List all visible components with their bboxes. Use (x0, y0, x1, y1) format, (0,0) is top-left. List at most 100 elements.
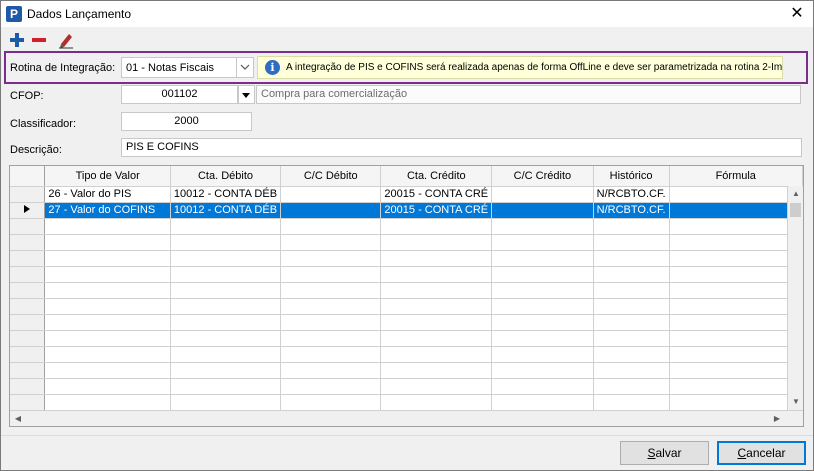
table-cell[interactable] (280, 250, 382, 267)
table-row[interactable] (10, 234, 803, 251)
table-cell[interactable]: 26 - Valor do PIS (44, 186, 171, 203)
table-cell[interactable] (669, 394, 803, 411)
table-cell[interactable] (593, 314, 670, 331)
table-cell[interactable] (380, 266, 493, 283)
add-button[interactable] (8, 31, 26, 49)
table-cell[interactable] (491, 234, 594, 251)
cancel-button[interactable]: Cancelar (717, 441, 806, 465)
table-cell[interactable] (44, 282, 171, 299)
table-cell[interactable] (380, 362, 493, 379)
row-indicator[interactable] (10, 250, 46, 267)
row-indicator[interactable] (10, 314, 46, 331)
row-indicator[interactable] (10, 186, 46, 203)
rotina-dropdown-button[interactable] (236, 58, 253, 77)
table-cell[interactable]: N/RCBTO.CF. (593, 202, 670, 219)
lancamentos-grid[interactable]: Tipo de Valor Cta. Débito C/C Débito Cta… (9, 165, 804, 427)
table-cell[interactable] (44, 234, 171, 251)
row-indicator[interactable] (10, 362, 46, 379)
table-cell[interactable] (491, 362, 594, 379)
table-cell[interactable] (491, 186, 594, 203)
table-cell[interactable] (170, 330, 282, 347)
table-cell[interactable] (593, 362, 670, 379)
table-cell[interactable] (280, 282, 382, 299)
scroll-right-icon[interactable]: ▶ (769, 411, 785, 426)
classificador-input[interactable]: 2000 (121, 112, 252, 131)
cfop-dropdown-button[interactable] (238, 85, 255, 104)
table-cell[interactable] (593, 234, 670, 251)
table-cell[interactable] (280, 298, 382, 315)
table-cell[interactable] (170, 298, 282, 315)
table-cell[interactable] (380, 218, 493, 235)
table-cell[interactable] (380, 394, 493, 411)
table-cell[interactable] (593, 266, 670, 283)
close-button[interactable]: ✕ (787, 4, 807, 24)
remove-button[interactable] (30, 31, 48, 49)
row-indicator[interactable] (10, 266, 46, 283)
table-cell[interactable] (44, 314, 171, 331)
table-cell[interactable] (593, 250, 670, 267)
table-cell[interactable] (44, 394, 171, 411)
table-cell[interactable] (170, 314, 282, 331)
column-header[interactable]: C/C Crédito (491, 166, 594, 187)
table-row[interactable] (10, 314, 803, 331)
vertical-scroll-thumb[interactable] (790, 203, 801, 217)
table-cell[interactable] (170, 394, 282, 411)
table-cell[interactable] (593, 394, 670, 411)
row-indicator[interactable] (10, 394, 46, 411)
table-cell[interactable] (44, 250, 171, 267)
table-cell[interactable] (491, 330, 594, 347)
table-cell[interactable] (170, 234, 282, 251)
table-cell[interactable] (593, 330, 670, 347)
table-cell[interactable] (491, 394, 594, 411)
table-row[interactable] (10, 378, 803, 395)
table-cell[interactable] (44, 218, 171, 235)
table-cell[interactable] (170, 378, 282, 395)
table-cell[interactable] (491, 314, 594, 331)
table-cell[interactable] (491, 218, 594, 235)
table-cell[interactable] (170, 250, 282, 267)
column-header[interactable]: Cta. Débito (170, 166, 282, 187)
table-cell[interactable] (380, 234, 493, 251)
table-cell[interactable] (669, 186, 803, 203)
table-row[interactable] (10, 330, 803, 347)
table-cell[interactable] (44, 266, 171, 283)
descricao-input[interactable]: PIS E COFINS (121, 138, 802, 157)
row-indicator[interactable] (10, 378, 46, 395)
table-cell[interactable] (170, 346, 282, 363)
table-cell[interactable] (380, 346, 493, 363)
table-cell[interactable]: 10012 - CONTA DÉB (170, 202, 282, 219)
table-cell[interactable] (44, 362, 171, 379)
table-cell[interactable] (280, 202, 382, 219)
column-header[interactable]: C/C Débito (280, 166, 382, 187)
table-cell[interactable] (380, 378, 493, 395)
table-cell[interactable] (669, 202, 803, 219)
table-cell[interactable] (491, 250, 594, 267)
scroll-down-icon[interactable]: ▼ (788, 394, 803, 410)
table-cell[interactable] (491, 202, 594, 219)
table-cell[interactable]: 20015 - CONTA CRÉ (380, 202, 493, 219)
row-indicator[interactable] (10, 330, 46, 347)
table-cell[interactable] (170, 218, 282, 235)
row-indicator[interactable] (10, 202, 46, 219)
table-cell[interactable] (669, 378, 803, 395)
edit-button[interactable] (57, 31, 75, 49)
table-cell[interactable] (280, 266, 382, 283)
table-cell[interactable] (491, 266, 594, 283)
table-row[interactable] (10, 250, 803, 267)
column-header[interactable]: Fórmula (669, 166, 803, 187)
table-cell[interactable]: 27 - Valor do COFINS (44, 202, 171, 219)
row-indicator[interactable] (10, 234, 46, 251)
save-button[interactable]: Salvar (620, 441, 709, 465)
table-row[interactable] (10, 218, 803, 235)
table-cell[interactable] (593, 298, 670, 315)
table-cell[interactable] (280, 234, 382, 251)
table-cell[interactable] (380, 330, 493, 347)
table-cell[interactable] (280, 394, 382, 411)
table-cell[interactable] (170, 266, 282, 283)
table-cell[interactable] (491, 282, 594, 299)
column-header[interactable]: Cta. Crédito (380, 166, 493, 187)
table-cell[interactable] (669, 234, 803, 251)
table-cell[interactable] (669, 266, 803, 283)
table-cell[interactable] (170, 282, 282, 299)
table-row[interactable] (10, 282, 803, 299)
